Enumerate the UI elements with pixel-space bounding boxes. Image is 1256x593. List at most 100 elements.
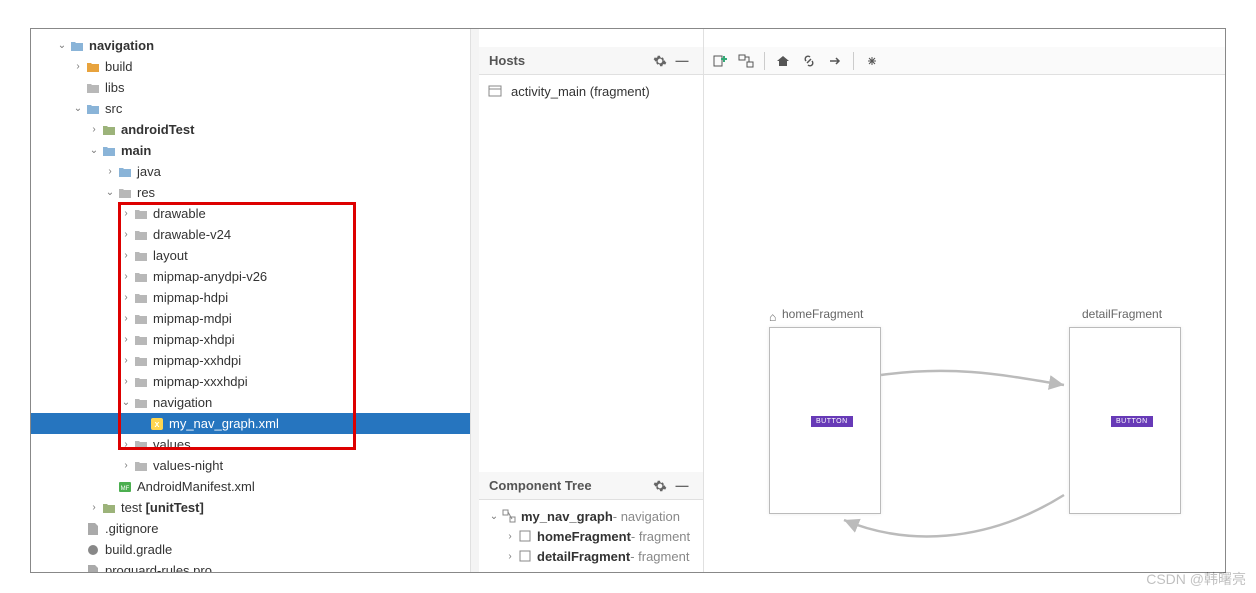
tree-item-mipmap-mdpi[interactable]: ›mipmap-mdpi bbox=[31, 308, 470, 329]
chevron-right-icon[interactable]: › bbox=[71, 61, 85, 72]
tree-item-values[interactable]: ›values bbox=[31, 434, 470, 455]
gear-icon[interactable] bbox=[649, 50, 671, 72]
minimize-icon[interactable]: — bbox=[671, 50, 693, 72]
nav-canvas[interactable]: ⌂ homeFragment BUTTON detailFragment BUT… bbox=[704, 75, 1225, 572]
folder-icon bbox=[133, 290, 149, 306]
folder-icon bbox=[133, 227, 149, 243]
folder-icon bbox=[85, 59, 101, 75]
tree-item-my-nav-graph[interactable]: Xmy_nav_graph.xml bbox=[31, 413, 470, 434]
folder-icon bbox=[133, 458, 149, 474]
hosts-panel-body: activity_main (fragment) bbox=[479, 75, 703, 472]
folder-icon bbox=[133, 269, 149, 285]
chevron-right-icon[interactable]: › bbox=[103, 166, 117, 177]
tree-item-drawable-v24[interactable]: ›drawable-v24 bbox=[31, 224, 470, 245]
gradle-file-icon bbox=[85, 542, 101, 558]
chevron-right-icon[interactable]: › bbox=[119, 355, 133, 366]
chevron-right-icon[interactable]: › bbox=[503, 551, 517, 562]
tree-item-root[interactable]: ⌄navigation bbox=[31, 35, 470, 56]
chevron-right-icon[interactable]: › bbox=[119, 334, 133, 345]
nav-side-panels: Hosts — activity_main (fragment) Compone… bbox=[479, 29, 704, 572]
button-chip: BUTTON bbox=[811, 416, 853, 427]
component-tree-header: Component Tree — bbox=[479, 472, 703, 500]
fragment-label-home: homeFragment bbox=[782, 307, 863, 321]
tree-item-androidtest[interactable]: ›androidTest bbox=[31, 119, 470, 140]
chevron-down-icon[interactable]: ⌄ bbox=[103, 187, 117, 198]
home-icon[interactable] bbox=[771, 49, 795, 73]
chevron-right-icon[interactable]: › bbox=[503, 531, 517, 542]
chevron-down-icon[interactable]: ⌄ bbox=[119, 397, 133, 408]
gear-icon[interactable] bbox=[649, 475, 671, 497]
chevron-right-icon[interactable]: › bbox=[119, 376, 133, 387]
xml-file-icon: X bbox=[149, 416, 165, 432]
nav-editor-toolbar bbox=[704, 47, 1225, 75]
manifest-file-icon: MF bbox=[117, 479, 133, 495]
chevron-down-icon[interactable]: ⌄ bbox=[55, 40, 69, 51]
splitter-handle[interactable] bbox=[471, 29, 479, 572]
chevron-right-icon[interactable]: › bbox=[119, 313, 133, 324]
watermark: CSDN @韩曙亮 bbox=[1146, 569, 1246, 589]
folder-icon bbox=[85, 80, 101, 96]
tree-item-res[interactable]: ⌄res bbox=[31, 182, 470, 203]
deeplink-icon[interactable] bbox=[797, 49, 821, 73]
chevron-right-icon[interactable]: › bbox=[119, 250, 133, 261]
tree-item-java[interactable]: ›java bbox=[31, 161, 470, 182]
tree-item-build-gradle[interactable]: build.gradle bbox=[31, 539, 470, 560]
chevron-right-icon[interactable]: › bbox=[119, 208, 133, 219]
folder-icon bbox=[117, 164, 133, 180]
folder-icon bbox=[101, 500, 117, 516]
component-row-root[interactable]: ⌄my_nav_graph - navigation bbox=[483, 506, 699, 526]
folder-icon bbox=[133, 206, 149, 222]
folder-icon bbox=[133, 353, 149, 369]
auto-arrange-icon[interactable] bbox=[860, 49, 884, 73]
chevron-down-icon[interactable]: ⌄ bbox=[71, 103, 85, 114]
component-row-home[interactable]: ›homeFragment - fragment bbox=[483, 526, 699, 546]
chevron-right-icon[interactable]: › bbox=[87, 124, 101, 135]
minimize-icon[interactable]: — bbox=[671, 475, 693, 497]
tree-item-build[interactable]: ›build bbox=[31, 56, 470, 77]
tree-item-drawable[interactable]: ›drawable bbox=[31, 203, 470, 224]
fragment-home[interactable]: BUTTON bbox=[769, 327, 881, 514]
tree-item-layout[interactable]: ›layout bbox=[31, 245, 470, 266]
chevron-right-icon[interactable]: › bbox=[119, 460, 133, 471]
arrow-right-icon[interactable] bbox=[823, 49, 847, 73]
tree-item-mipmap-xxxhdpi[interactable]: ›mipmap-xxxhdpi bbox=[31, 371, 470, 392]
layout-file-icon bbox=[487, 83, 503, 99]
tree-item-gitignore[interactable]: .gitignore bbox=[31, 518, 470, 539]
nested-graph-icon[interactable] bbox=[734, 49, 758, 73]
project-tree[interactable]: ⌄navigation ›build libs ⌄src ›androidTes… bbox=[31, 29, 470, 572]
chevron-right-icon[interactable]: › bbox=[119, 439, 133, 450]
tree-item-src[interactable]: ⌄src bbox=[31, 98, 470, 119]
tree-item-values-night[interactable]: ›values-night bbox=[31, 455, 470, 476]
tree-item-main[interactable]: ⌄main bbox=[31, 140, 470, 161]
gitignore-file-icon bbox=[85, 521, 101, 537]
chevron-right-icon[interactable]: › bbox=[119, 292, 133, 303]
svg-text:X: X bbox=[155, 422, 160, 429]
tree-item-test[interactable]: ›test [unitTest] bbox=[31, 497, 470, 518]
chevron-right-icon[interactable]: › bbox=[119, 271, 133, 282]
fragment-detail[interactable]: BUTTON bbox=[1069, 327, 1181, 514]
tree-item-proguard[interactable]: proguard-rules.pro bbox=[31, 560, 470, 572]
component-tree-body: ⌄my_nav_graph - navigation ›homeFragment… bbox=[479, 500, 703, 572]
chevron-right-icon[interactable]: › bbox=[87, 502, 101, 513]
chevron-down-icon[interactable]: ⌄ bbox=[487, 511, 501, 522]
tree-item-mipmap-xxhdpi[interactable]: ›mipmap-xxhdpi bbox=[31, 350, 470, 371]
new-destination-icon[interactable] bbox=[708, 49, 732, 73]
start-destination-icon: ⌂ bbox=[769, 310, 776, 324]
tree-item-mipmap-hdpi[interactable]: ›mipmap-hdpi bbox=[31, 287, 470, 308]
tree-item-manifest[interactable]: MFAndroidManifest.xml bbox=[31, 476, 470, 497]
tree-item-libs[interactable]: libs bbox=[31, 77, 470, 98]
toolbar-separator bbox=[853, 52, 854, 70]
component-row-detail[interactable]: ›detailFragment - fragment bbox=[483, 546, 699, 566]
tree-item-mipmap-xhdpi[interactable]: ›mipmap-xhdpi bbox=[31, 329, 470, 350]
svg-text:MF: MF bbox=[121, 486, 130, 492]
tree-item-navigation-folder[interactable]: ⌄navigation bbox=[31, 392, 470, 413]
tree-item-mipmap-anydpi[interactable]: ›mipmap-anydpi-v26 bbox=[31, 266, 470, 287]
chevron-right-icon[interactable]: › bbox=[119, 229, 133, 240]
editor-pane: Hosts — activity_main (fragment) Compone… bbox=[479, 29, 1225, 572]
folder-icon bbox=[133, 332, 149, 348]
component-tree-title: Component Tree bbox=[489, 478, 592, 493]
fragment-icon bbox=[517, 528, 533, 544]
nav-graph-icon bbox=[501, 508, 517, 524]
chevron-down-icon[interactable]: ⌄ bbox=[87, 145, 101, 156]
host-item[interactable]: activity_main (fragment) bbox=[487, 81, 695, 101]
